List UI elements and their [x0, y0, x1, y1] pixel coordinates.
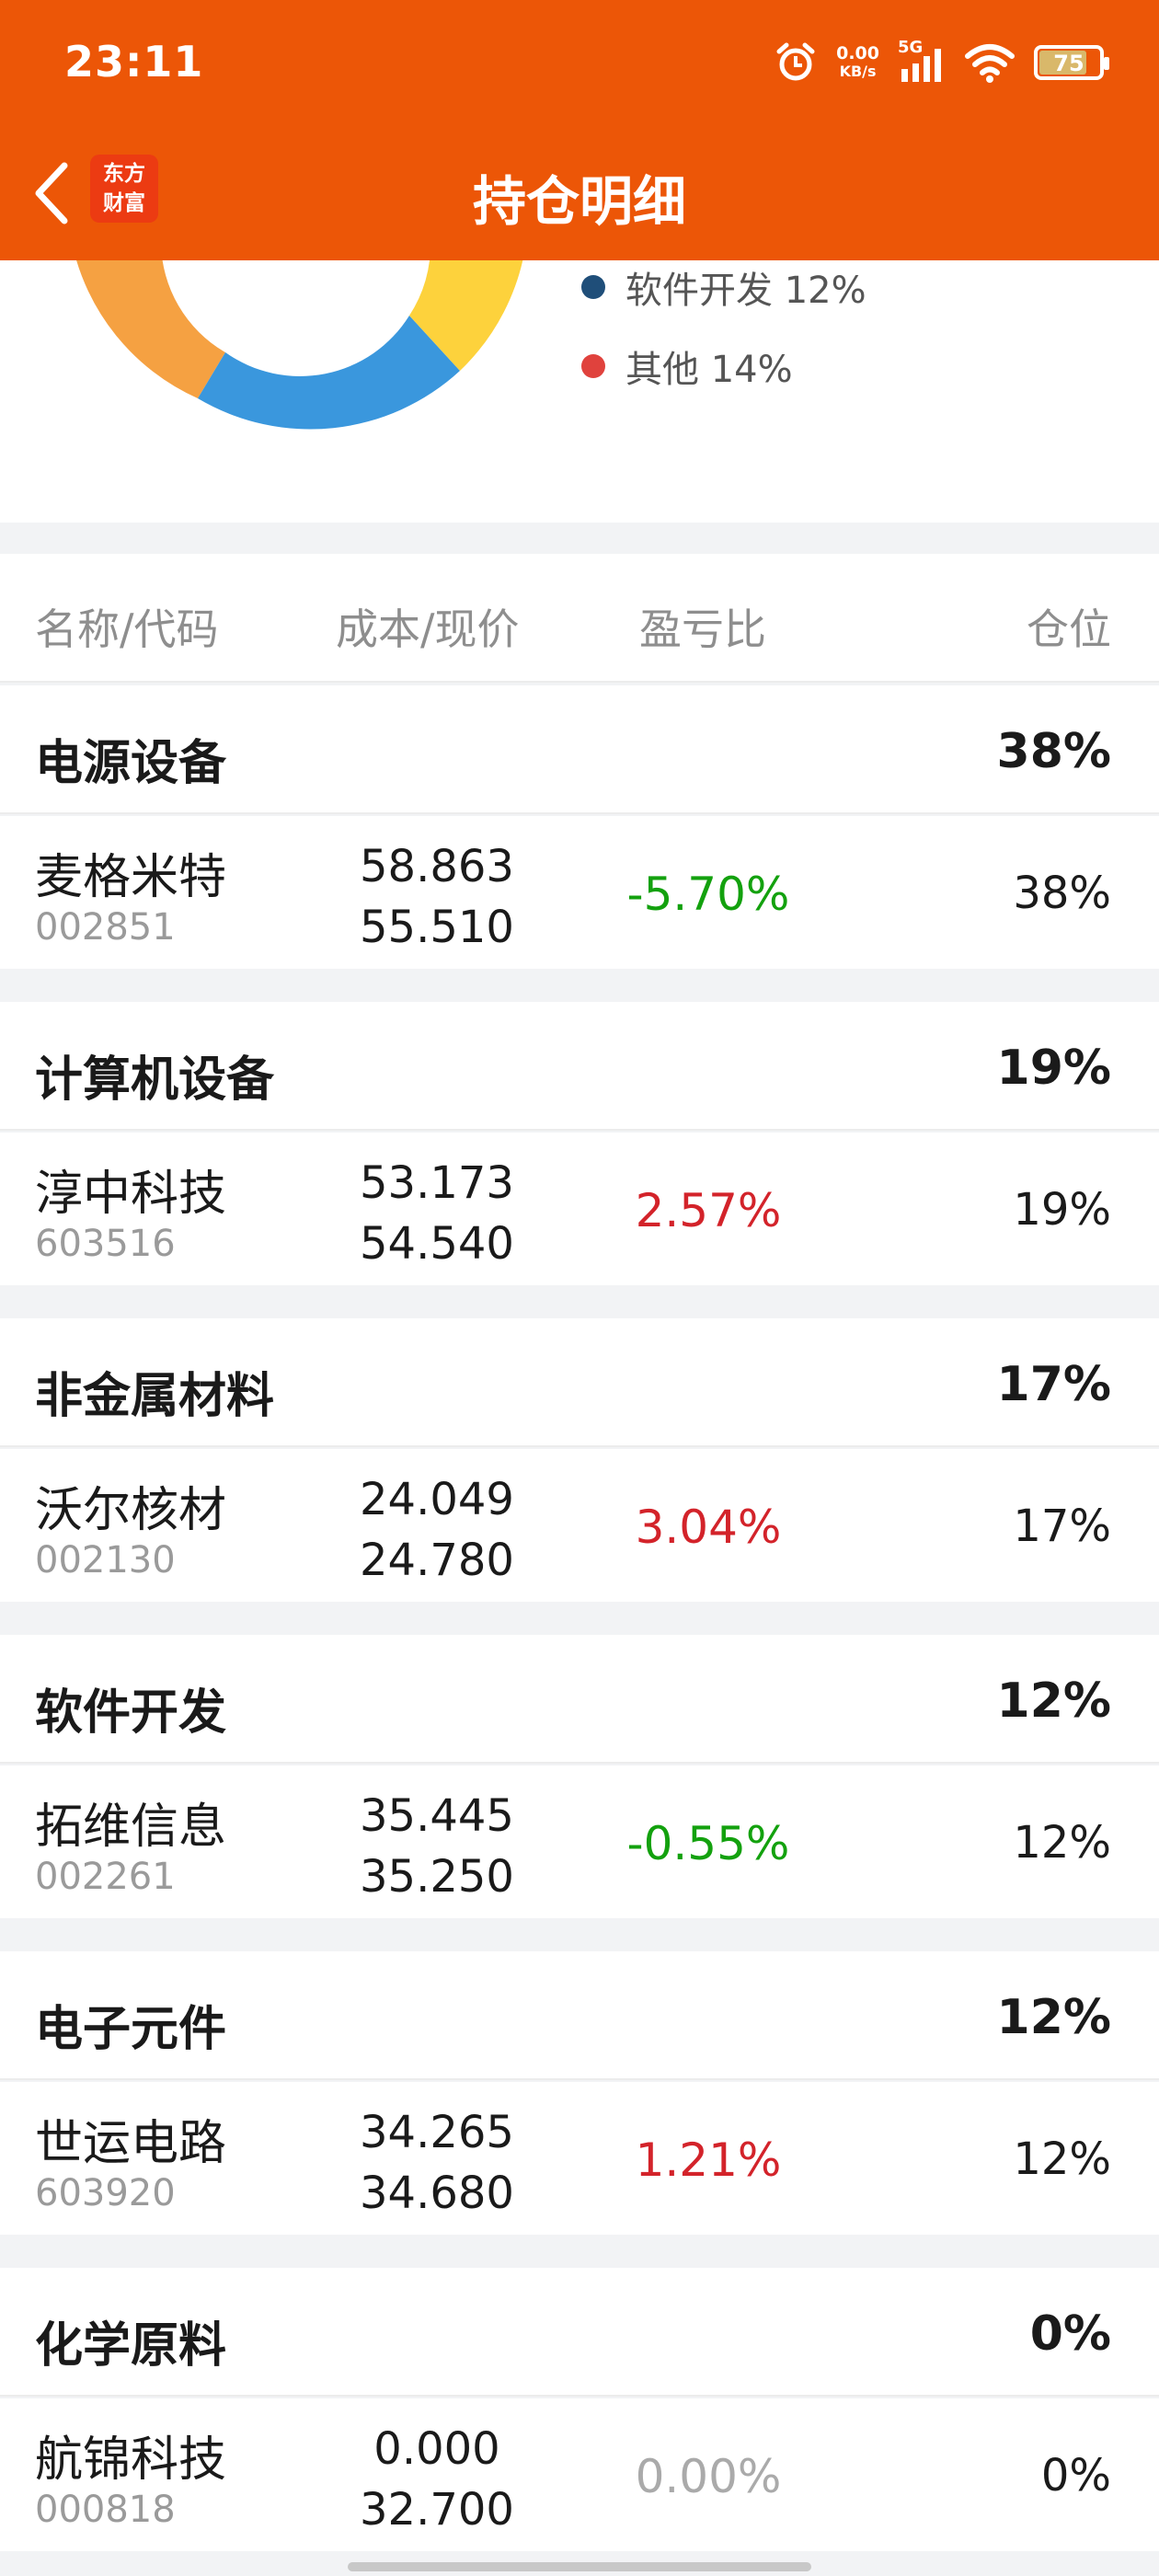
- cost-value: 35.445: [360, 1790, 514, 1842]
- header-name-code: 名称/代码: [35, 604, 219, 654]
- sector-percentage: 12%: [996, 1673, 1111, 1729]
- pnl-ratio: -0.55%: [626, 1817, 790, 1870]
- stock-row[interactable]: 航锦科技 000818 0.000 32.700 0.00% 0%: [0, 2398, 1159, 2551]
- battery-icon: 75: [1034, 45, 1109, 80]
- cost-price: 0.000 32.700: [331, 2419, 543, 2540]
- pnl-ratio: 0.00%: [635, 2450, 782, 2503]
- current-price: 54.540: [360, 1218, 514, 1270]
- position-percentage: 12%: [1013, 1817, 1111, 1869]
- cost-value: 24.049: [360, 1474, 514, 1525]
- legend-label: 其他 14%: [625, 349, 793, 391]
- pnl-ratio: 3.04%: [635, 1501, 782, 1554]
- donut-segment-blue: [198, 316, 460, 430]
- nav-bar: 东方 财富 持仓明细: [0, 129, 1159, 260]
- cost-value: 34.265: [360, 2107, 514, 2158]
- stock-name: 沃尔核材: [35, 1483, 227, 1538]
- sector-name: 化学原料: [35, 2318, 227, 2374]
- sector-header[interactable]: 化学原料 0%: [0, 2268, 1159, 2397]
- stock-name: 拓维信息: [35, 1800, 227, 1855]
- position-percentage: 17%: [1013, 1501, 1111, 1552]
- network-speed: 0.00 KB/s: [836, 44, 879, 81]
- sector-name: 非金属材料: [35, 1369, 275, 1424]
- allocation-chart-card: 软件开发 12% 其他 14%: [0, 260, 1159, 523]
- status-icons: 0.00 KB/s 5G 75: [774, 35, 1109, 90]
- sector-header[interactable]: 计算机设备 19%: [0, 1002, 1159, 1131]
- current-price: 35.250: [360, 1851, 514, 1903]
- current-price: 55.510: [360, 902, 514, 953]
- signal-icon: [901, 49, 941, 82]
- stock-name: 麦格米特: [35, 850, 227, 905]
- sector-name: 电子元件: [35, 2002, 227, 2057]
- holdings-table-header: 名称/代码 成本/现价 盈亏比 仓位: [0, 554, 1159, 683]
- allocation-donut-chart: [76, 260, 523, 430]
- stock-row[interactable]: 淳中科技 603516 53.173 54.540 2.57% 19%: [0, 1133, 1159, 1285]
- stock-code: 000818: [35, 2489, 176, 2531]
- pnl-ratio: 1.21%: [635, 2133, 782, 2187]
- sector-name: 软件开发: [35, 1685, 227, 1741]
- sector-header[interactable]: 非金属材料 17%: [0, 1318, 1159, 1447]
- position-percentage: 0%: [1040, 2450, 1111, 2501]
- cost-price: 58.863 55.510: [331, 836, 543, 958]
- wifi-icon: [965, 44, 1015, 83]
- home-indicator[interactable]: [348, 2562, 811, 2571]
- network-speed-unit: KB/s: [839, 63, 877, 80]
- sector-percentage: 0%: [1029, 2306, 1111, 2362]
- pnl-ratio: -5.70%: [626, 868, 790, 921]
- current-price: 32.700: [360, 2484, 514, 2536]
- sector-header[interactable]: 电源设备 38%: [0, 685, 1159, 814]
- battery-level: 75: [1053, 51, 1084, 76]
- cost-price: 24.049 24.780: [331, 1469, 543, 1591]
- legend-item-software: 软件开发 12%: [581, 260, 866, 314]
- cost-price: 34.265 34.680: [331, 2102, 543, 2224]
- legend-dot-navy: [581, 275, 605, 299]
- current-price: 34.680: [360, 2168, 514, 2219]
- sector-percentage: 19%: [996, 1041, 1111, 1096]
- status-time: 23:11: [64, 37, 204, 86]
- alarm-icon: [776, 42, 815, 81]
- stock-row[interactable]: 沃尔核材 002130 24.049 24.780 3.04% 17%: [0, 1449, 1159, 1602]
- header-cost-price: 成本/现价: [336, 604, 520, 654]
- cost-value: 0.000: [373, 2423, 500, 2475]
- cost-value: 53.173: [360, 1157, 514, 1209]
- position-percentage: 38%: [1013, 868, 1111, 919]
- stock-code: 603920: [35, 2172, 176, 2214]
- stock-name: 世运电路: [35, 2116, 227, 2171]
- legend-item-other: 其他 14%: [581, 339, 793, 393]
- sector-percentage: 38%: [996, 724, 1111, 779]
- stock-row[interactable]: 麦格米特 002851 58.863 55.510 -5.70% 38%: [0, 816, 1159, 969]
- sector-percentage: 17%: [996, 1357, 1111, 1412]
- status-bar: 23:11 0.00 KB/s 5G 75: [0, 0, 1159, 129]
- stock-row[interactable]: 拓维信息 002261 35.445 35.250 -0.55% 12%: [0, 1765, 1159, 1918]
- header-pnl-ratio: 盈亏比: [639, 604, 766, 654]
- sector-header[interactable]: 软件开发 12%: [0, 1635, 1159, 1764]
- sector-name: 计算机设备: [35, 1052, 275, 1108]
- header-position: 仓位: [1027, 604, 1111, 654]
- current-price: 24.780: [360, 1535, 514, 1586]
- page-title: 持仓明细: [472, 170, 686, 233]
- stock-row[interactable]: 世运电路 603920 34.265 34.680 1.21% 12%: [0, 2082, 1159, 2235]
- network-speed-value: 0.00: [836, 43, 879, 63]
- sector-percentage: 12%: [996, 1990, 1111, 2045]
- cellular-signal: 5G: [898, 38, 946, 84]
- sector-name: 电源设备: [35, 736, 227, 791]
- cost-price: 35.445 35.250: [331, 1786, 543, 1907]
- position-percentage: 12%: [1013, 2133, 1111, 2185]
- stock-code: 002130: [35, 1539, 176, 1581]
- top-bar: 23:11 0.00 KB/s 5G 75 东方 财富 持仓明细: [0, 0, 1159, 260]
- stock-name: 航锦科技: [35, 2432, 227, 2488]
- stock-code: 002261: [35, 1856, 176, 1898]
- stock-code: 002851: [35, 906, 176, 949]
- stock-code: 603516: [35, 1223, 176, 1265]
- sector-header[interactable]: 电子元件 12%: [0, 1951, 1159, 2080]
- cost-value: 58.863: [360, 841, 514, 892]
- legend-dot-red: [581, 354, 605, 378]
- position-percentage: 19%: [1013, 1184, 1111, 1236]
- donut-segment-orange: [76, 260, 225, 398]
- cost-price: 53.173 54.540: [331, 1153, 543, 1274]
- pnl-ratio: 2.57%: [635, 1184, 782, 1237]
- legend-label: 软件开发 12%: [625, 270, 866, 312]
- stock-name: 淳中科技: [35, 1167, 227, 1222]
